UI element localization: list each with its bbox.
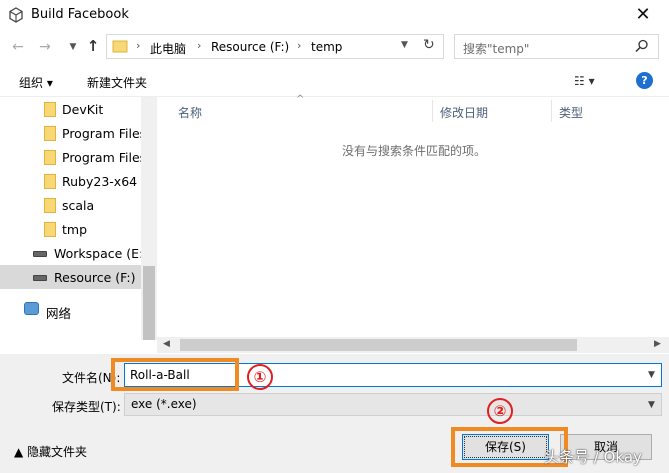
horizontal-scrollbar-thumb[interactable]: [180, 339, 577, 351]
tree-item-network[interactable]: 网络: [0, 298, 141, 322]
organize-button[interactable]: 组织 ▾: [19, 74, 53, 91]
up-button[interactable]: ↑: [84, 37, 102, 55]
breadcrumb-separator: ›: [136, 39, 141, 52]
chevron-down-icon[interactable]: ▼: [648, 370, 655, 380]
close-icon: ✕: [635, 4, 651, 25]
network-icon: [24, 302, 39, 315]
forward-button[interactable]: →: [36, 38, 54, 56]
folder-icon: [44, 222, 56, 237]
navigation-pane: DevKit Program Files Program Files Ruby2…: [0, 97, 157, 340]
tree-item-tmp[interactable]: tmp: [0, 217, 141, 241]
close-button[interactable]: ✕: [630, 4, 656, 26]
breadcrumb-resource[interactable]: Resource (F:): [211, 40, 289, 54]
back-button[interactable]: ←: [9, 38, 27, 56]
breadcrumb-separator: ›: [297, 39, 302, 52]
navigation-scrollbar-thumb[interactable]: [143, 266, 155, 340]
search-placeholder: 搜索"temp": [463, 42, 530, 56]
tree-item-scala[interactable]: scala: [0, 193, 141, 217]
filetype-label: 保存类型(T):: [52, 400, 121, 414]
folder-icon: [112, 40, 128, 53]
view-options-button[interactable]: ☷ ▾: [574, 74, 595, 88]
drive-icon: [33, 251, 47, 257]
address-dropdown-button[interactable]: ▼: [401, 40, 408, 50]
folder-icon: [44, 102, 56, 117]
scroll-right-icon[interactable]: ▶: [654, 339, 661, 349]
folder-icon: [44, 198, 56, 213]
step-marker-2: ②: [487, 398, 513, 424]
tree-item-program-files[interactable]: Program Files: [0, 121, 146, 145]
breadcrumb-separator: ›: [197, 39, 202, 52]
unity-icon: [9, 7, 23, 23]
drive-icon: [33, 275, 47, 281]
recent-locations-button[interactable]: ▼: [64, 38, 82, 56]
chevron-down-icon[interactable]: ▼: [648, 400, 655, 410]
breadcrumb-this-pc[interactable]: 此电脑: [150, 40, 186, 57]
scroll-left-icon[interactable]: ◀: [163, 339, 170, 349]
tree-item-program-files-x86[interactable]: Program Files: [0, 145, 146, 169]
column-header-date[interactable]: 修改日期: [440, 104, 488, 121]
column-header-name[interactable]: 名称: [178, 104, 202, 121]
file-list[interactable]: [157, 97, 669, 354]
filename-highlight-box: [111, 358, 239, 391]
sort-caret-icon: ^: [296, 94, 305, 105]
column-separator[interactable]: [551, 100, 552, 122]
folder-icon: [44, 174, 56, 189]
empty-message: 没有与搜索条件匹配的项。: [342, 144, 487, 158]
step-marker-1: ①: [247, 364, 273, 390]
tree-item-workspace-drive[interactable]: Workspace (E:): [0, 241, 148, 265]
search-icon[interactable]: [634, 38, 650, 54]
filetype-select[interactable]: exe (*.exe): [124, 393, 662, 416]
tree-item-resource-drive[interactable]: Resource (F:): [0, 265, 141, 289]
watermark: 头条号 / Okay: [544, 448, 642, 466]
column-header-type[interactable]: 类型: [559, 104, 583, 121]
folder-icon: [44, 150, 56, 165]
tree-item-ruby[interactable]: Ruby23-x64: [0, 169, 141, 193]
column-separator[interactable]: [432, 100, 433, 122]
help-icon[interactable]: ?: [636, 72, 653, 89]
folder-icon: [44, 126, 56, 141]
refresh-button[interactable]: ↻: [423, 37, 435, 53]
tree-item-devkit[interactable]: DevKit: [0, 97, 141, 121]
hide-folders-toggle[interactable]: ▲ 隐藏文件夹: [14, 443, 87, 460]
new-folder-button[interactable]: 新建文件夹: [87, 74, 147, 91]
breadcrumb-temp[interactable]: temp: [311, 40, 342, 54]
window-title: Build Facebook: [31, 7, 129, 22]
